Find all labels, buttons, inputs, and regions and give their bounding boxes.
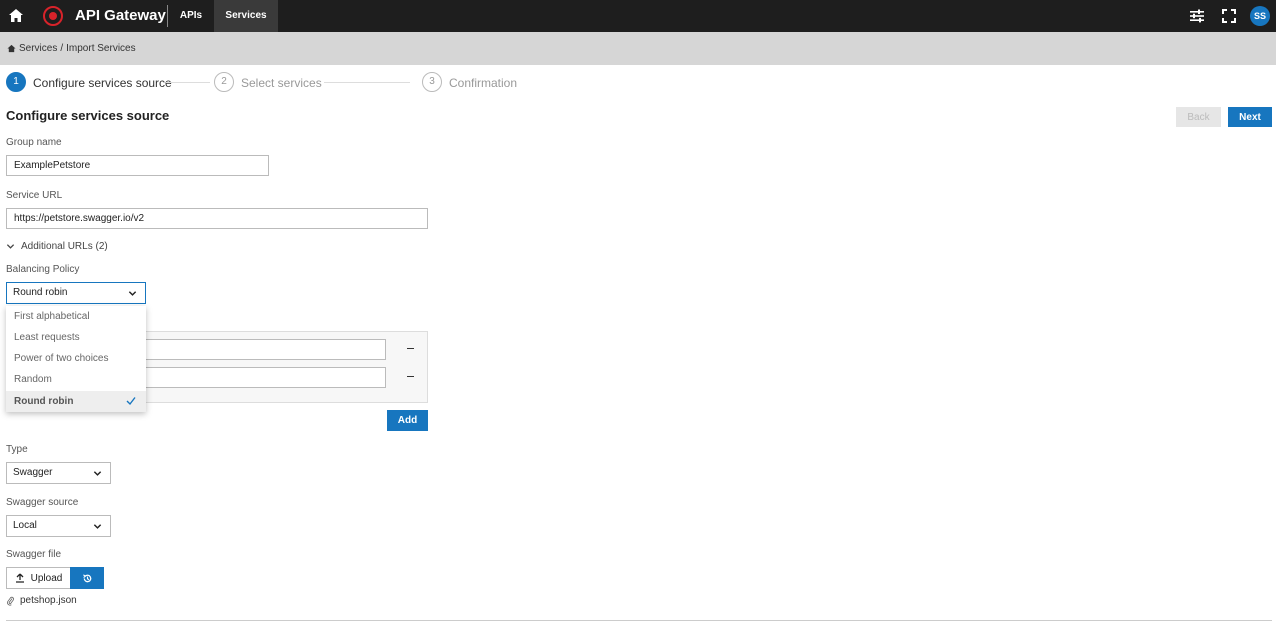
step-1-label: Configure services source [33,76,172,90]
dropdown-option-label: Round robin [14,396,74,407]
upload-button[interactable]: Upload [6,567,71,589]
step-connector [324,82,410,83]
dropdown-option[interactable]: Power of two choices [6,348,146,369]
page-title: Configure services source [6,108,170,123]
swagger-source-value: Local [13,520,37,531]
breadcrumb-item-import-services: Import Services [66,43,136,54]
tab-services[interactable]: Services [214,0,278,32]
group-name-label: Group name [6,137,62,148]
type-select[interactable]: Swagger [6,462,111,484]
sliders-icon[interactable] [1189,8,1205,24]
upload-icon [15,573,24,583]
brand-logo-icon [43,6,63,26]
chevron-down-icon [93,471,102,476]
header-divider [167,5,168,27]
attached-file: petshop.json [6,595,77,606]
upload-label: Upload [30,572,63,584]
remove-url-icon[interactable] [407,376,414,377]
home-icon[interactable] [6,6,26,26]
swagger-source-select[interactable]: Local [6,515,111,537]
user-avatar[interactable]: SS [1250,6,1270,26]
breadcrumb: Services / Import Services [7,43,136,54]
service-url-label: Service URL [6,190,63,201]
dropdown-option-selected[interactable]: Round robin [6,391,146,412]
home-icon [7,44,16,53]
dropdown-option[interactable]: First alphabetical [6,306,146,327]
tab-apis[interactable]: APIs [172,0,210,32]
breadcrumb-separator: / [60,43,64,54]
paperclip-icon [7,596,15,606]
balancing-policy-label: Balancing Policy [6,264,80,275]
next-button[interactable]: Next [1228,107,1272,127]
additional-urls-toggle[interactable]: Additional URLs (2) [6,241,108,252]
breadcrumb-item-services[interactable]: Services [19,43,57,54]
checkmark-icon [126,397,136,406]
section-divider [6,620,1272,621]
history-icon [82,573,91,582]
file-name[interactable]: petshop.json [20,595,77,606]
step-3-label: Confirmation [449,76,518,90]
swagger-file-label: Swagger file [6,549,62,560]
fullscreen-icon[interactable] [1221,8,1237,24]
step-connector [166,82,210,83]
swagger-source-label: Swagger source [6,497,79,508]
type-value: Swagger [13,467,53,478]
back-button[interactable]: Back [1176,107,1221,127]
step-3-number: 3 [422,72,442,92]
app-title: API Gateway [75,7,166,24]
top-navigation-bar: API Gateway APIs Services SS [0,0,1276,32]
service-url-input[interactable]: https://petstore.swagger.io/v2 [6,208,428,229]
step-1-number: 1 [6,72,26,92]
breadcrumb-bar: Services / Import Services [0,32,1276,65]
dropdown-option[interactable]: Random [6,369,146,390]
chevron-down-icon [93,524,102,529]
group-name-input[interactable]: ExamplePetstore [6,155,269,176]
balancing-policy-dropdown: First alphabetical Least requests Power … [6,306,146,412]
balancing-policy-value: Round robin [13,287,68,298]
dropdown-option[interactable]: Least requests [6,327,146,348]
additional-urls-label: Additional URLs (2) [21,241,108,252]
history-button[interactable] [70,567,104,589]
chevron-down-icon [128,291,137,296]
chevron-down-icon [6,244,15,249]
remove-url-icon[interactable] [407,348,414,349]
type-label: Type [6,444,28,455]
step-2-number: 2 [214,72,234,92]
add-url-button[interactable]: Add [387,410,428,431]
step-2-label: Select services [241,76,322,90]
balancing-policy-select[interactable]: Round robin [6,282,146,304]
